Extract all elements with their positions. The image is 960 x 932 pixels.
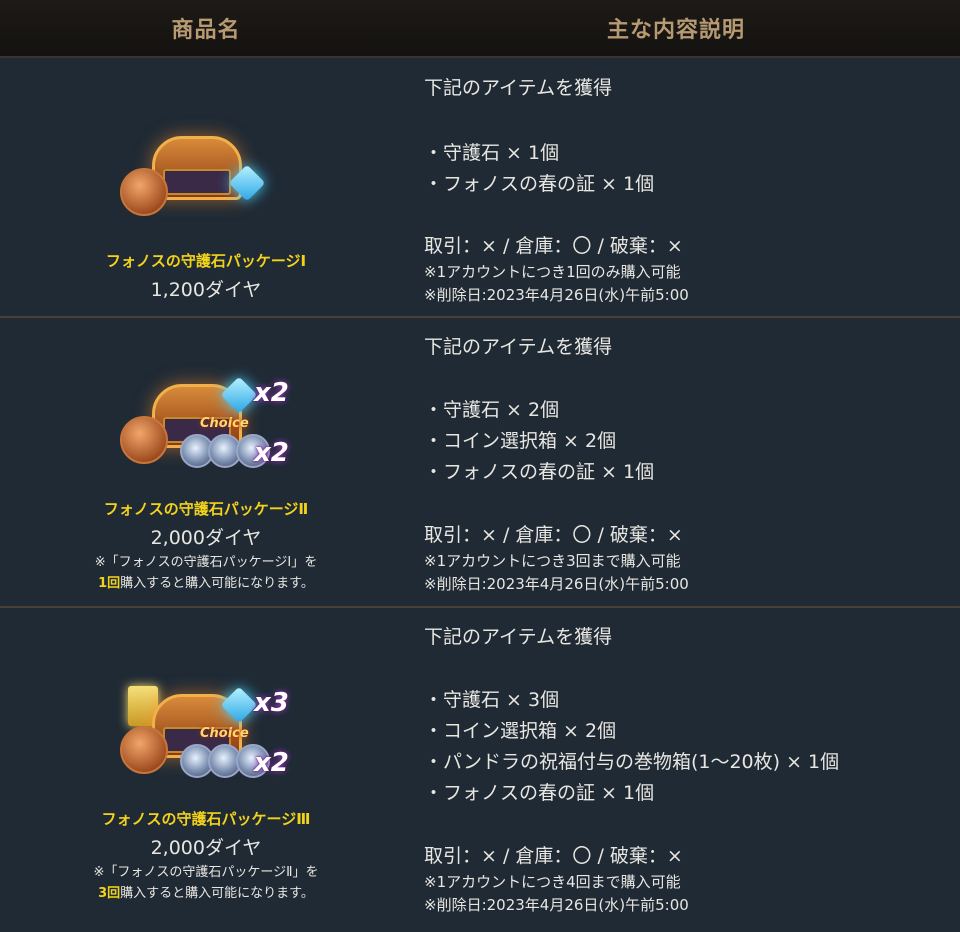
product-cell: フォノスの守護石パッケージⅠ 1,200ダイヤ [0,58,412,316]
table-row: x2 Choice x2 フォノスの守護石パッケージⅡ 2,000ダイヤ ※「フ… [0,318,960,608]
package-image: x3 Choice x2 [116,682,296,802]
note-rest: 購入すると購入可能になります。 [120,886,314,901]
intro-text: 下記のアイテムを獲得 [424,626,613,648]
description-cell: 下記のアイテムを獲得 ・守護石 × 1個 ・フォノスの春の証 × 1個 取引：×… [412,58,960,316]
trade-rules: 取引：× / 倉庫：〇 / 破棄：× [424,235,683,257]
item-line: ・コイン選択箱 × 2個 [424,430,617,452]
purchase-condition-note: ※「フォノスの守護石パッケージⅠ」を 1回購入すると購入可能になります。 [95,552,317,594]
package-price: 1,200ダイヤ [150,279,262,301]
bronze-coin-icon [120,726,168,774]
trade-rules: 取引：× / 倉庫：〇 / 破棄：× [424,845,683,867]
crystal-multiplier: x2 [254,378,289,408]
delete-date: ※削除日:2023年4月26日(水)午前5:00 [424,575,689,593]
item-line: ・パンドラの祝福付与の巻物箱(1～20枚) × 1個 [424,751,840,773]
purchase-condition-note: ※「フォノスの守護石パッケージⅡ」を 3回購入すると購入可能になります。 [93,862,318,904]
item-line: ・フォノスの春の証 × 1個 [424,782,655,804]
item-line: ・コイン選択箱 × 2個 [424,720,617,742]
package-table: 商品名 主な内容説明 フォノスの守護石パッケージⅠ 1,200ダイヤ 下記のアイ… [0,0,960,932]
required-count: 1回 [98,576,121,591]
item-line: ・守護石 × 3個 [424,689,560,711]
note-line: ※「フォノスの守護石パッケージⅠ」を [94,555,318,570]
delete-date: ※削除日:2023年4月26日(水)午前5:00 [424,286,689,304]
package-image [116,124,296,244]
package-name: フォノスの守護石パッケージⅢ [101,810,311,828]
crystal-multiplier: x3 [254,688,289,718]
package-name: フォノスの守護石パッケージⅡ [103,500,309,518]
description-cell: 下記のアイテムを獲得 ・守護石 × 3個 ・コイン選択箱 × 2個 ・パンドラの… [412,608,960,932]
table-row: x3 Choice x2 フォノスの守護石パッケージⅢ 2,000ダイヤ ※「フ… [0,608,960,932]
note-line: 3回購入すると購入可能になります。 [93,883,318,904]
package-price: 2,000ダイヤ [150,837,262,859]
product-cell: x3 Choice x2 フォノスの守護石パッケージⅢ 2,000ダイヤ ※「フ… [0,608,412,932]
purchase-limit: ※1アカウントにつき4回まで購入可能 [424,873,681,891]
note-line: ※「フォノスの守護石パッケージⅡ」を [93,865,319,880]
note-rest: 購入すると購入可能になります。 [120,576,314,591]
item-line: ・守護石 × 1個 [424,142,560,164]
header-product-name: 商品名 [171,18,241,43]
package-name: フォノスの守護石パッケージⅠ [105,252,307,270]
product-cell: x2 Choice x2 フォノスの守護石パッケージⅡ 2,000ダイヤ ※「フ… [0,318,412,606]
intro-text: 下記のアイテムを獲得 [424,77,613,99]
choice-label: Choice [200,416,249,431]
orb-multiplier: x2 [254,748,289,778]
table-row: フォノスの守護石パッケージⅠ 1,200ダイヤ 下記のアイテムを獲得 ・守護石 … [0,58,960,318]
delete-date: ※削除日:2023年4月26日(水)午前5:00 [424,896,689,914]
bronze-coin-icon [120,416,168,464]
package-image: x2 Choice x2 [116,372,296,492]
orb-multiplier: x2 [254,438,289,468]
item-line: ・フォノスの春の証 × 1個 [424,461,655,483]
purchase-limit: ※1アカウントにつき3回まで購入可能 [424,552,681,570]
bronze-coin-icon [120,168,168,216]
item-line: ・守護石 × 2個 [424,399,560,421]
purchase-limit: ※1アカウントにつき1回のみ購入可能 [424,263,681,281]
trade-rules: 取引：× / 倉庫：〇 / 破棄：× [424,524,683,546]
intro-text: 下記のアイテムを獲得 [424,336,613,358]
item-line: ・フォノスの春の証 × 1個 [424,173,655,195]
choice-label: Choice [200,726,249,741]
table-header: 商品名 主な内容説明 [0,0,960,58]
header-description: 主な内容説明 [606,18,745,43]
description-cell: 下記のアイテムを獲得 ・守護石 × 2個 ・コイン選択箱 × 2個 ・フォノスの… [412,318,960,606]
required-count: 3回 [98,886,121,901]
note-line: 1回購入すると購入可能になります。 [95,573,317,594]
package-price: 2,000ダイヤ [150,527,262,549]
